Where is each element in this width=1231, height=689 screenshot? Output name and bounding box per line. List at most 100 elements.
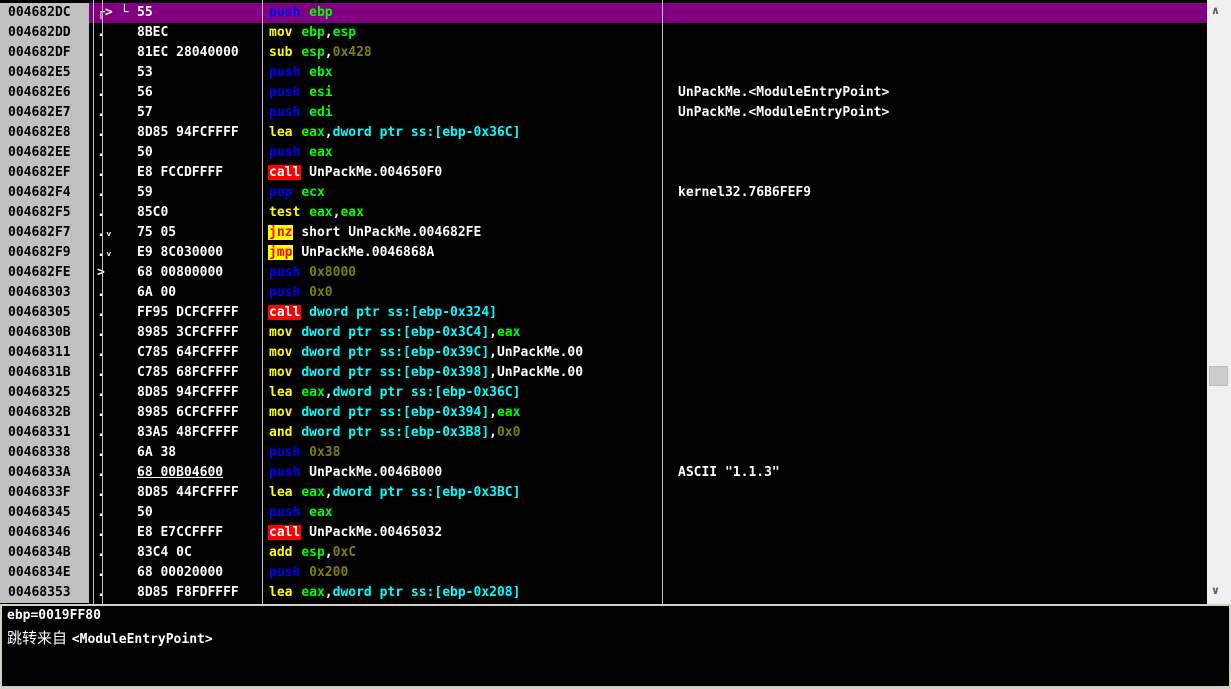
comment-cell[interactable] (678, 443, 1198, 463)
comment-cell[interactable] (678, 583, 1198, 603)
address-cell[interactable]: 004682E5 (0, 63, 89, 83)
instruction[interactable]: call UnPackMe.00465032 (268, 523, 662, 543)
instruction[interactable]: sub esp,0x428 (268, 43, 662, 63)
address-cell[interactable]: 004682FE (0, 263, 89, 283)
instruction[interactable]: test eax,eax (268, 203, 662, 223)
opcode-bytes[interactable]: 8D85 F8FDFFFF (137, 583, 263, 603)
address-cell[interactable]: 0046832B (0, 403, 89, 423)
comment-cell[interactable]: UnPackMe.<ModuleEntryPoint> (678, 83, 1198, 103)
address-cell[interactable]: 0046833F (0, 483, 89, 503)
comment-cell[interactable] (678, 243, 1198, 263)
comment-cell[interactable] (678, 223, 1198, 243)
comment-cell[interactable] (678, 123, 1198, 143)
opcode-bytes[interactable]: 56 (137, 83, 263, 103)
instruction[interactable]: push 0x38 (268, 443, 662, 463)
opcode-bytes[interactable]: 50 (137, 503, 263, 523)
instruction[interactable]: add esp,0xC (268, 543, 662, 563)
instruction[interactable]: push eax (268, 503, 662, 523)
opcode-bytes[interactable]: 8D85 94FCFFFF (137, 123, 263, 143)
opcode-bytes[interactable]: FF95 DCFCFFFF (137, 303, 263, 323)
instruction[interactable]: push ebx (268, 63, 662, 83)
disasm-row[interactable]: 004682E6. 56 push esi UnPackMe.<ModuleEntry… (0, 83, 1207, 103)
disasm-row[interactable]: 00468346. E8 E7CCFFFF call UnPackMe.004650… (0, 523, 1207, 543)
instruction[interactable]: push ebp (268, 3, 662, 23)
instruction[interactable]: mov dword ptr ss:[ebp-0x3C4],eax (268, 323, 662, 343)
comment-cell[interactable] (678, 503, 1198, 523)
instruction[interactable]: push eax (268, 143, 662, 163)
opcode-bytes[interactable]: 68 00800000 (137, 263, 263, 283)
opcode-bytes[interactable]: 6A 38 (137, 443, 263, 463)
address-cell[interactable]: 00468353 (0, 583, 89, 603)
comment-cell[interactable] (678, 203, 1198, 223)
opcode-bytes[interactable]: 68 00B04600 (137, 463, 263, 483)
instruction[interactable]: lea eax,dword ptr ss:[ebp-0x208] (268, 583, 662, 603)
disasm-row[interactable]: 00468303. 6A 00 push 0x0 (0, 283, 1207, 303)
opcode-bytes[interactable]: 83A5 48FCFFFF (137, 423, 263, 443)
opcode-bytes[interactable]: 8985 3CFCFFFF (137, 323, 263, 343)
address-cell[interactable]: 00468331 (0, 423, 89, 443)
comment-cell[interactable] (678, 23, 1198, 43)
opcode-bytes[interactable]: 75 05 (137, 223, 263, 243)
address-cell[interactable]: 0046830B (0, 323, 89, 343)
opcode-bytes[interactable]: 57 (137, 103, 263, 123)
instruction[interactable]: lea eax,dword ptr ss:[ebp-0x3BC] (268, 483, 662, 503)
opcode-bytes[interactable]: 55 (137, 3, 263, 23)
address-cell[interactable]: 0046831B (0, 363, 89, 383)
address-cell[interactable]: 004682DC (0, 3, 89, 23)
disasm-row[interactable]: 00468305. FF95 DCFCFFFF call dword ptr ss:… (0, 303, 1207, 323)
instruction[interactable]: jmp UnPackMe.0046868A (268, 243, 662, 263)
vertical-scrollbar[interactable]: ∧ ∨ (1207, 0, 1231, 604)
disasm-row[interactable]: 0046833F. 8D85 44FCFFFF lea eax,dword ptr … (0, 483, 1207, 503)
address-cell[interactable]: 004682DF (0, 43, 89, 63)
instruction[interactable]: pop ecx (268, 183, 662, 203)
comment-cell[interactable] (678, 563, 1198, 583)
address-cell[interactable]: 00468311 (0, 343, 89, 363)
comment-cell[interactable] (678, 423, 1198, 443)
opcode-bytes[interactable]: E9 8C030000 (137, 243, 263, 263)
address-cell[interactable]: 00468345 (0, 503, 89, 523)
opcode-bytes[interactable]: 6A 00 (137, 283, 263, 303)
comment-cell[interactable]: UnPackMe.<ModuleEntryPoint> (678, 103, 1198, 123)
address-cell[interactable]: 0046834B (0, 543, 89, 563)
instruction[interactable]: and dword ptr ss:[ebp-0x3B8],0x0 (268, 423, 662, 443)
disasm-row[interactable]: 00468353. 8D85 F8FDFFFF lea eax,dword ptr … (0, 583, 1207, 603)
comment-cell[interactable] (678, 383, 1198, 403)
disasm-row[interactable]: 00468345. 50 push eax (0, 503, 1207, 523)
opcode-bytes[interactable]: 59 (137, 183, 263, 203)
opcode-bytes[interactable]: C785 64FCFFFF (137, 343, 263, 363)
disasm-row[interactable]: 0046834E. 68 00020000 push 0x200 (0, 563, 1207, 583)
address-cell[interactable]: 004682E6 (0, 83, 89, 103)
opcode-bytes[interactable]: 8D85 44FCFFFF (137, 483, 263, 503)
disasm-row[interactable]: 004682EE. 50 push eax (0, 143, 1207, 163)
address-cell[interactable]: 0046834E (0, 563, 89, 583)
disasm-row[interactable]: 004682DD. 8BEC mov ebp,esp (0, 23, 1207, 43)
disasm-row[interactable]: 004682EF. E8 FCCDFFFF call UnPackMe.004650… (0, 163, 1207, 183)
opcode-bytes[interactable]: 50 (137, 143, 263, 163)
chevron-up-icon[interactable]: ∧ (1211, 4, 1220, 17)
comment-cell[interactable] (678, 3, 1198, 23)
chevron-down-icon[interactable]: ∨ (1211, 584, 1220, 597)
comment-cell[interactable]: ASCII "1.1.3" (678, 463, 1198, 483)
instruction[interactable]: mov dword ptr ss:[ebp-0x39C],UnPackMe.00 (268, 343, 662, 363)
opcode-bytes[interactable]: E8 E7CCFFFF (137, 523, 263, 543)
comment-cell[interactable] (678, 283, 1198, 303)
address-cell[interactable]: 004682F4 (0, 183, 89, 203)
comment-cell[interactable] (678, 483, 1198, 503)
comment-cell[interactable] (678, 523, 1198, 543)
instruction[interactable]: lea eax,dword ptr ss:[ebp-0x36C] (268, 383, 662, 403)
disasm-row[interactable]: 0046830B. 8985 3CFCFFFF mov dword ptr ss:[… (0, 323, 1207, 343)
instruction[interactable]: push 0x0 (268, 283, 662, 303)
disasm-row[interactable]: 004682FE >68 00800000 push 0x8000 (0, 263, 1207, 283)
disasm-row[interactable]: 00468311. C785 64FCFFFF mov dword ptr ss:[… (0, 343, 1207, 363)
disasm-row[interactable]: 004682F4. 59 pop ecx kernel32.76B6FEF9 (0, 183, 1207, 203)
address-cell[interactable]: 004682F5 (0, 203, 89, 223)
disassembly-pane[interactable]: 004682DC ┌> └ 55 push ebp 004682DD. 8BEC mov e… (0, 0, 1207, 604)
opcode-bytes[interactable]: C785 68FCFFFF (137, 363, 263, 383)
opcode-bytes[interactable]: 83C4 0C (137, 543, 263, 563)
comment-cell[interactable] (678, 323, 1198, 343)
comment-cell[interactable] (678, 403, 1198, 423)
comment-cell[interactable] (678, 143, 1198, 163)
comment-cell[interactable] (678, 343, 1198, 363)
disasm-row[interactable]: 004682E5. 53 push ebx (0, 63, 1207, 83)
comment-cell[interactable] (678, 263, 1198, 283)
